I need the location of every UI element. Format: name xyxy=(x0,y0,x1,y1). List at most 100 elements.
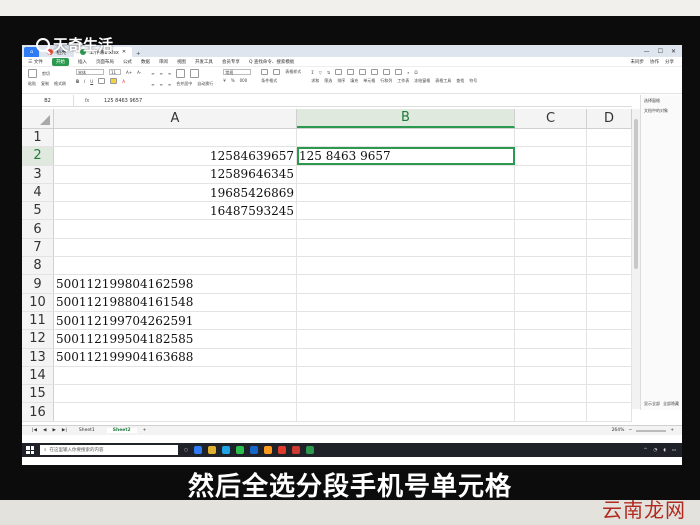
office-app-icon[interactable] xyxy=(291,446,300,454)
taskbar-search[interactable]: ⌕ 在这里输入你要搜索的内容 xyxy=(40,445,178,455)
cell-c[interactable] xyxy=(515,220,587,238)
ps-app-icon[interactable] xyxy=(249,446,258,454)
active-cell-b[interactable]: 125 8463 9657 xyxy=(297,147,515,165)
table-tools-button[interactable]: 表格工具 xyxy=(435,78,451,84)
thousands-icon[interactable]: 000 xyxy=(240,78,248,83)
column-header-b[interactable]: B xyxy=(297,109,515,128)
fx-icon[interactable]: fx xyxy=(74,98,100,104)
cell-a[interactable] xyxy=(54,366,297,385)
row-header[interactable]: 16 xyxy=(22,403,54,421)
align-bottom-icon[interactable]: ≡ xyxy=(168,71,171,76)
row-header[interactable]: 7 xyxy=(22,238,54,257)
cell-d[interactable] xyxy=(587,165,632,183)
cell-a[interactable]: 500112199904163688 xyxy=(54,348,297,366)
border-icon[interactable] xyxy=(98,78,106,84)
cell-a[interactable] xyxy=(54,238,297,257)
cell-c[interactable] xyxy=(515,311,587,330)
sheet-app-icon[interactable] xyxy=(305,446,314,454)
scroll-thumb[interactable] xyxy=(634,119,638,269)
network-icon[interactable]: ◔ xyxy=(653,448,657,453)
cells-icon[interactable] xyxy=(347,69,355,75)
tab-sheet2[interactable]: Sheet2 xyxy=(106,428,137,433)
collab-button[interactable]: 协作 xyxy=(650,59,659,65)
row-header[interactable]: 11 xyxy=(22,311,54,330)
cell-b[interactable] xyxy=(297,129,515,147)
symbol-icon[interactable]: Ω xyxy=(414,70,417,75)
cell-c[interactable] xyxy=(515,183,587,202)
cell-b[interactable] xyxy=(297,275,515,293)
rowcol-icon[interactable] xyxy=(359,69,367,75)
menu-developer[interactable]: 开发工具 xyxy=(195,59,213,65)
cell-d[interactable] xyxy=(587,293,632,311)
hide-all-button[interactable]: 全部隐藏 xyxy=(663,401,679,407)
zoom-level[interactable]: 264% xyxy=(612,428,625,433)
currency-icon[interactable]: ¥ xyxy=(223,78,226,83)
convert-icon[interactable] xyxy=(261,69,269,75)
menu-file[interactable]: 三 文件 xyxy=(28,59,43,65)
zoom-slider[interactable] xyxy=(636,429,667,432)
prev-sheet-icon[interactable]: ◀ xyxy=(43,428,46,433)
cell-b[interactable] xyxy=(297,293,515,311)
cell-d[interactable] xyxy=(587,403,632,421)
explorer-app-icon[interactable] xyxy=(207,446,216,454)
cell-d[interactable] xyxy=(587,275,632,293)
cell-a[interactable]: 12584639657 xyxy=(54,147,297,165)
wps-app-icon[interactable] xyxy=(277,446,286,454)
cell-c[interactable] xyxy=(515,202,587,220)
merge-icon[interactable] xyxy=(176,69,186,78)
paste-icon[interactable] xyxy=(28,69,37,78)
last-sheet-icon[interactable]: ▶| xyxy=(62,428,67,433)
font-grow-button[interactable]: A+ xyxy=(126,70,132,75)
freeze-icon[interactable] xyxy=(383,69,391,75)
cell-b[interactable] xyxy=(297,330,515,348)
menu-page-layout[interactable]: 页面布局 xyxy=(96,59,114,65)
next-sheet-icon[interactable]: ▶ xyxy=(52,428,55,433)
row-header[interactable]: 5 xyxy=(22,202,54,220)
font-shrink-button[interactable]: A- xyxy=(137,70,141,75)
cell-d[interactable] xyxy=(587,129,632,147)
sum-icon[interactable]: Σ xyxy=(311,70,314,75)
sync-status[interactable]: 未同步 xyxy=(631,59,645,65)
row-header[interactable]: 2 xyxy=(22,147,54,165)
menu-member[interactable]: 会员专享 xyxy=(222,59,240,65)
menu-data[interactable]: 数据 xyxy=(141,59,150,65)
share-button[interactable]: 分享 xyxy=(665,59,674,65)
cell-a[interactable]: 500112199504182585 xyxy=(54,330,297,348)
fill-color-icon[interactable] xyxy=(110,78,118,84)
wechat-app-icon[interactable] xyxy=(235,446,244,454)
cell-a[interactable]: 19685426869 xyxy=(54,183,297,202)
row-header[interactable]: 14 xyxy=(22,366,54,385)
row-header[interactable]: 10 xyxy=(22,293,54,311)
cell-b[interactable] xyxy=(297,238,515,257)
notification-icon[interactable]: ▭ xyxy=(672,448,676,453)
browser-app-icon[interactable] xyxy=(221,446,230,454)
menu-home[interactable]: 开始 xyxy=(51,57,69,66)
align-middle-icon[interactable]: ≡ xyxy=(160,71,163,76)
menu-formula[interactable]: 公式 xyxy=(123,59,132,65)
cell-d[interactable] xyxy=(587,220,632,238)
row-header[interactable]: 15 xyxy=(22,385,54,403)
underline-icon[interactable]: U xyxy=(90,79,93,84)
cell-c[interactable] xyxy=(515,330,587,348)
fill-button[interactable]: 填充 xyxy=(350,78,358,84)
cell-d[interactable] xyxy=(587,202,632,220)
first-sheet-icon[interactable]: |◀ xyxy=(32,428,37,433)
zoom-in-icon[interactable]: + xyxy=(670,428,674,433)
cell-c[interactable] xyxy=(515,129,587,147)
symbol-button[interactable]: 符号 xyxy=(469,78,477,84)
maximize-icon[interactable]: ☐ xyxy=(658,48,663,55)
cell-a[interactable]: 500112198804161548 xyxy=(54,293,297,311)
vertical-scrollbar[interactable] xyxy=(632,109,640,409)
font-color-icon[interactable]: A xyxy=(122,79,125,84)
cell-a[interactable] xyxy=(54,129,297,147)
row-header[interactable]: 13 xyxy=(22,348,54,366)
cell-d[interactable] xyxy=(587,348,632,366)
sheet-icon[interactable] xyxy=(371,69,379,75)
row-header[interactable]: 3 xyxy=(22,165,54,183)
cell-a[interactable] xyxy=(54,403,297,421)
wrap-text-button[interactable]: 自动换行 xyxy=(197,81,213,87)
bold-icon[interactable]: B xyxy=(76,79,79,84)
cell-b[interactable] xyxy=(297,348,515,366)
cell-d[interactable] xyxy=(587,183,632,202)
align-center-icon[interactable]: ≡ xyxy=(160,82,163,87)
